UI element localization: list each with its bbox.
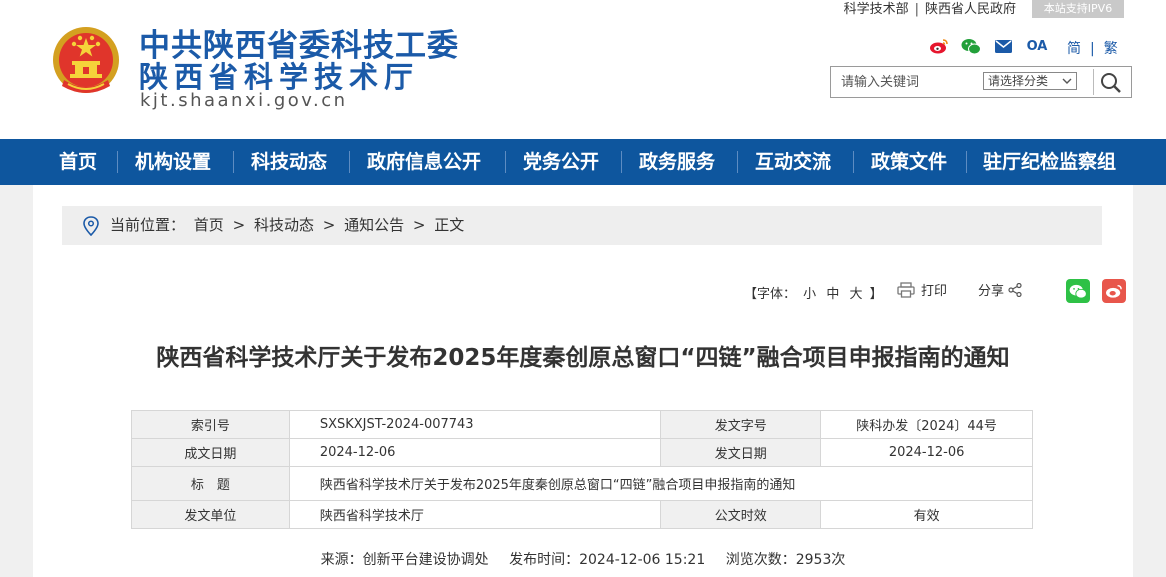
- article-source: 来源：创新平台建设协调处: [320, 552, 489, 568]
- chevron-down-icon: [1062, 73, 1072, 93]
- weibo-icon: [1105, 283, 1123, 299]
- title-label: 标 题: [131, 466, 290, 501]
- nav-divider: [853, 151, 854, 173]
- article-title: 陕西省科学技术厅关于发布2025年度秦创原总窗口“四链”融合项目申报指南的通知: [156, 345, 1010, 371]
- validity-label: 公文时效: [660, 500, 822, 529]
- validity-value: 有效: [820, 500, 1033, 529]
- share-weibo-button[interactable]: [1102, 279, 1126, 303]
- search-button[interactable]: [1099, 71, 1123, 95]
- nav-item-organization[interactable]: 机构设置: [135, 139, 211, 185]
- weibo-icon[interactable]: [929, 36, 949, 56]
- breadcrumb-prefix: 当前位置：: [110, 216, 186, 234]
- nav-item-home[interactable]: 首页: [59, 139, 97, 185]
- lang-separator: |: [1090, 41, 1095, 57]
- font-label-open: 【字体：: [744, 286, 797, 302]
- nav-divider: [117, 151, 118, 173]
- nav-item-gov-services[interactable]: 政务服务: [639, 139, 715, 185]
- issuer-label: 发文单位: [131, 500, 290, 529]
- breadcrumb-separator: >: [232, 216, 246, 234]
- nav-divider: [966, 151, 967, 173]
- lang-simplified-link[interactable]: 简: [1067, 41, 1081, 57]
- top-link-separator: |: [914, 2, 919, 17]
- share-wechat-button[interactable]: [1066, 279, 1090, 303]
- article-publish-time: 发布时间：2024-12-06 15:21: [509, 552, 706, 568]
- print-label: 打印: [921, 284, 948, 299]
- font-label-close: 】: [869, 286, 883, 302]
- nav-item-policy-docs[interactable]: 政策文件: [871, 139, 947, 185]
- printer-icon: [897, 281, 915, 298]
- nav-divider: [233, 151, 234, 173]
- content-card: 当前位置： 首页 > 科技动态 > 通知公告 > 正文 【字体： 小 中 大 】: [33, 185, 1133, 577]
- site-domain: kjt.shaanxi.gov.cn: [140, 90, 348, 111]
- category-select-value: 请选择分类: [988, 74, 1049, 88]
- index-no-label: 索引号: [131, 410, 290, 439]
- lang-traditional-link[interactable]: 繁: [1104, 41, 1118, 57]
- search-input[interactable]: [841, 72, 981, 92]
- nav-divider: [349, 151, 350, 173]
- table-row: 索引号 SXSKXJST-2024-007743 发文字号 陕科办发〔2024〕…: [131, 410, 1033, 439]
- title-value: 陕西省科学技术厅关于发布2025年度秦创原总窗口“四链”融合项目申报指南的通知: [288, 466, 1034, 501]
- font-size-medium-button[interactable]: 中: [826, 287, 839, 302]
- top-links: 科学技术部 | 陕西省人民政府: [844, 0, 1016, 17]
- mail-icon[interactable]: [993, 36, 1013, 56]
- nav-item-tech-news[interactable]: 科技动态: [251, 139, 327, 185]
- wechat-icon: [1069, 284, 1087, 299]
- breadcrumb-item-current: 正文: [434, 216, 465, 234]
- font-size-small-button[interactable]: 小: [803, 287, 816, 302]
- nav-divider: [621, 151, 622, 173]
- issuer-value: 陕西省科学技术厅: [288, 500, 662, 529]
- font-size-large-button[interactable]: 大: [849, 287, 862, 302]
- nav-divider: [505, 151, 506, 173]
- share-control: 分享: [978, 280, 1022, 299]
- article-tools: 【字体： 小 中 大 】 打印 分享: [744, 279, 1126, 304]
- social-icons: OA: [929, 36, 1061, 56]
- breadcrumb-item-home[interactable]: 首页: [194, 216, 224, 234]
- table-row: 标 题 陕西省科学技术厅关于发布2025年度秦创原总窗口“四链”融合项目申报指南…: [131, 466, 1034, 501]
- national-emblem-icon: [50, 24, 122, 100]
- breadcrumb-separator: >: [412, 216, 426, 234]
- breadcrumb-item-tech-news[interactable]: 科技动态: [254, 216, 314, 234]
- wechat-icon[interactable]: [961, 36, 981, 56]
- ipv6-badge: 本站支持IPV6: [1032, 0, 1124, 18]
- nav-item-interaction[interactable]: 互动交流: [755, 139, 831, 185]
- breadcrumb-separator: >: [322, 216, 336, 234]
- search-divider: [1093, 69, 1094, 95]
- language-switch: 简 | 繁: [1067, 38, 1118, 58]
- issue-date-label: 发文日期: [660, 438, 822, 467]
- oa-icon[interactable]: OA: [1025, 36, 1049, 56]
- nav-item-discipline[interactable]: 驻厅纪检监察组: [983, 139, 1116, 185]
- document-meta-table: 索引号 SXSKXJST-2024-007743 发文字号 陕科办发〔2024〕…: [131, 410, 1034, 529]
- doc-no-value: 陕科办发〔2024〕44号: [820, 410, 1033, 439]
- table-row: 成文日期 2024-12-06 发文日期 2024-12-06: [131, 438, 1033, 467]
- top-link-most[interactable]: 科学技术部: [844, 2, 909, 17]
- nav-item-gov-info[interactable]: 政府信息公开: [367, 139, 481, 185]
- doc-no-label: 发文字号: [660, 410, 822, 439]
- search-icon: [1099, 73, 1123, 99]
- article-view-count: 浏览次数：2953次: [725, 552, 846, 568]
- print-button[interactable]: 打印: [897, 280, 947, 299]
- written-date-value: 2024-12-06: [288, 438, 662, 467]
- search-box: 请选择分类: [830, 66, 1132, 98]
- site-header: 中共陕西省委科技工委 陕西省科学技术厅 kjt.shaanxi.gov.cn 科…: [0, 0, 1166, 139]
- nav-divider: [737, 151, 738, 173]
- breadcrumb-item-notices[interactable]: 通知公告: [344, 216, 404, 234]
- main-nav: 首页 机构设置 科技动态 政府信息公开 党务公开 政务服务 互动交流 政策文件 …: [0, 139, 1166, 185]
- index-no-value: SXSKXJST-2024-007743: [288, 410, 662, 439]
- article-source-line: 来源：创新平台建设协调处 发布时间：2024-12-06 15:21 浏览次数：…: [33, 549, 1133, 569]
- location-pin-icon: [82, 216, 100, 237]
- share-icon: [1008, 282, 1022, 297]
- category-select[interactable]: 请选择分类: [983, 72, 1077, 90]
- share-label: 分享: [978, 284, 1005, 299]
- issue-date-value: 2024-12-06: [820, 438, 1033, 467]
- font-size-control: 【字体： 小 中 大 】: [744, 283, 883, 302]
- top-link-provincial-gov[interactable]: 陕西省人民政府: [925, 2, 1016, 17]
- breadcrumb: 当前位置： 首页 > 科技动态 > 通知公告 > 正文: [62, 206, 1102, 245]
- table-row: 发文单位 陕西省科学技术厅 公文时效 有效: [131, 500, 1033, 529]
- nav-item-party-affairs[interactable]: 党务公开: [523, 139, 599, 185]
- written-date-label: 成文日期: [131, 438, 290, 467]
